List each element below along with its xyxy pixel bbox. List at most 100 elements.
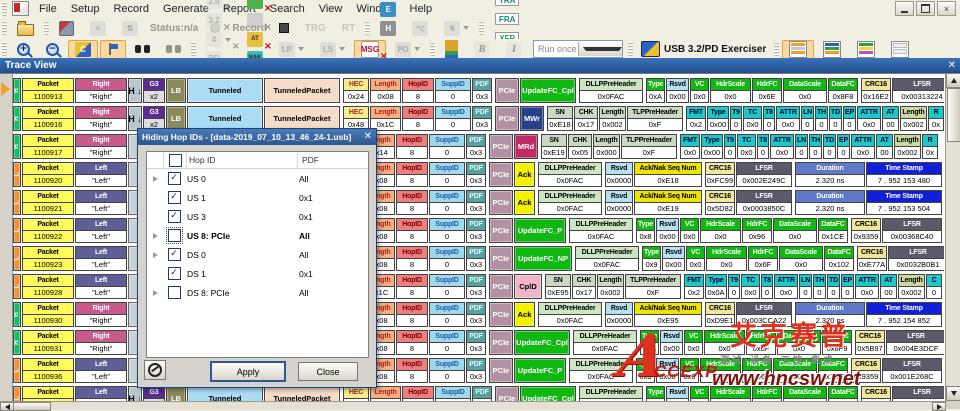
scroll-left-button[interactable] (0, 402, 14, 411)
field-format-button[interactable] (100, 40, 126, 59)
view-color-button[interactable] (850, 40, 882, 59)
menu-record[interactable]: Record (106, 2, 155, 16)
select-all-checkbox[interactable] (169, 154, 182, 167)
view-split-button[interactable] (816, 40, 848, 59)
color-display-button[interactable]: C (68, 40, 98, 59)
expander-icon[interactable] (153, 233, 158, 239)
toolbar-grip[interactable] (430, 42, 435, 56)
toolbar-grip[interactable] (774, 42, 779, 56)
pdf-column-header[interactable]: PDF (298, 155, 368, 165)
trace-row[interactable]: LPacketLeftH ↓G3LBTunneledTunneledPacket… (13, 386, 944, 401)
hide-pd-button[interactable]: PD (388, 40, 427, 59)
hide-3.2-button[interactable]: 3.2× (199, 11, 229, 30)
run-mode-select[interactable]: Run once (533, 40, 623, 58)
hop-id-row[interactable]: US 8: PCIeAll (147, 226, 368, 245)
scroll-up-button[interactable] (946, 73, 960, 88)
toolbar-grip[interactable] (44, 21, 49, 35)
sort-button[interactable]: ⇅ (115, 19, 145, 38)
tool-histogram-button[interactable]: H (373, 19, 403, 38)
stop-button[interactable] (272, 19, 296, 38)
hop-id-checkbox[interactable]: ✓ (168, 172, 181, 185)
stacked-view-button[interactable] (438, 40, 465, 59)
hide-ls-button[interactable]: LS (313, 40, 352, 59)
menu-file[interactable]: File (32, 2, 64, 16)
menu-setup[interactable]: Setup (64, 2, 107, 16)
hop-id-checkbox[interactable]: ✓ (168, 210, 181, 223)
expander-icon[interactable] (153, 176, 158, 182)
apply-button[interactable]: Apply (210, 361, 286, 382)
search-again-button[interactable] (159, 40, 188, 59)
menu-help[interactable]: Help (403, 2, 440, 16)
combo-arrow-button[interactable] (578, 42, 623, 56)
columns-button[interactable]: ≡ (83, 19, 113, 38)
vertical-scrollbar[interactable] (945, 73, 960, 401)
scroll-right-button[interactable] (932, 402, 946, 411)
hide-downstream-button[interactable]: × (240, 0, 270, 11)
hide-idle-button[interactable]: × (240, 11, 270, 30)
hop-id-checkbox[interactable]: ✓ (168, 191, 181, 204)
hop-id-checkbox[interactable] (168, 286, 181, 299)
show-fra-button[interactable]: FRA (487, 9, 527, 28)
hop-id-row[interactable]: ✓US 30x1 (147, 207, 368, 226)
hop-id-column-header[interactable]: Hop ID (187, 152, 298, 168)
horizontal-scroll-thumb[interactable] (13, 402, 51, 411)
bold-button[interactable]: B (467, 40, 497, 59)
expander-icon[interactable] (153, 290, 158, 296)
show-tra-button[interactable]: TRA (487, 0, 527, 9)
menu-view[interactable]: View (312, 2, 350, 16)
search-button[interactable] (128, 40, 157, 59)
hop-id-checkbox[interactable] (168, 229, 181, 242)
settings-button[interactable] (52, 19, 81, 38)
preview-toggle-button[interactable] (144, 360, 166, 380)
field-header: DataFC (829, 79, 857, 91)
toolbar-grip[interactable] (191, 42, 196, 56)
realtime-stats-button[interactable]: RT (335, 19, 362, 38)
zoom-in-button[interactable]: + (10, 40, 37, 59)
dialog-close-icon[interactable]: ✕ (364, 132, 372, 142)
hop-id-row[interactable]: ✓DS 10x1 (147, 264, 368, 283)
hop-id-row[interactable]: ✓US 0All (147, 169, 368, 188)
hop-id-checkbox[interactable]: ✓ (168, 248, 181, 261)
hide-msg-button[interactable]: MSG× (354, 40, 386, 59)
hide-2.0-button[interactable]: 2.0× (199, 0, 229, 11)
minimize-button[interactable] (895, 1, 914, 16)
toolbar-grip[interactable] (365, 21, 370, 35)
hide-at-button[interactable]: AT× (240, 30, 270, 49)
usb-exerciser-button[interactable]: USB 3.2/PD Exerciser (636, 40, 771, 59)
hide-lp-button[interactable]: LP (272, 40, 311, 59)
italic-button[interactable]: I (499, 40, 529, 59)
hop-id-row[interactable]: DS 8: PCIeAll (147, 283, 368, 302)
view-packet-button[interactable] (782, 40, 814, 59)
toolbar-grip[interactable] (2, 42, 7, 56)
expander-icon[interactable] (153, 252, 158, 258)
scroll-down-button[interactable] (946, 386, 960, 401)
field-value: 0x8F9 (823, 343, 851, 354)
dialog-titlebar[interactable]: Hiding Hop IDs - [data-2019_07_10_13_46_… (138, 129, 376, 145)
toolbar-grip[interactable] (2, 21, 7, 35)
compare-button[interactable]: ⌥ (405, 19, 435, 38)
trace-view-titlebar[interactable]: Trace View ✕ (0, 58, 960, 73)
analysis-button[interactable]: ↯ (437, 19, 476, 38)
close-dialog-button[interactable]: Close (298, 362, 358, 381)
hop-id-checkbox[interactable]: ✓ (168, 267, 181, 280)
open-file-button[interactable] (10, 19, 41, 38)
field-header: FMT (687, 107, 705, 119)
toolbar-grip[interactable] (2, 2, 7, 16)
hop-id-row[interactable]: ✓US 10x1 (147, 188, 368, 207)
trace-row[interactable]: RPacket1100913Right"Right"H ↓G3x2LBTunne… (13, 78, 944, 103)
close-button[interactable]: × (937, 1, 956, 16)
trace-close-icon[interactable]: ✕ (943, 61, 956, 71)
view-spreadsheet-button[interactable] (884, 40, 916, 59)
hide-4-button[interactable]: 4× (199, 30, 238, 49)
manual-trigger-button[interactable]: TRG (298, 19, 333, 38)
restore-button[interactable] (916, 1, 935, 16)
toolbar-grip[interactable] (628, 42, 633, 56)
field-header: Rsvd (667, 387, 688, 399)
tool-export-button[interactable]: E (373, 0, 403, 19)
field-header: HopID (403, 79, 433, 91)
toolbar-grip[interactable] (479, 21, 484, 35)
field-value: 0 (430, 287, 464, 298)
vertical-scroll-thumb[interactable] (947, 88, 960, 142)
zoom-out-button[interactable]: − (39, 40, 66, 59)
hop-id-row[interactable]: ✓DS 0All (147, 245, 368, 264)
